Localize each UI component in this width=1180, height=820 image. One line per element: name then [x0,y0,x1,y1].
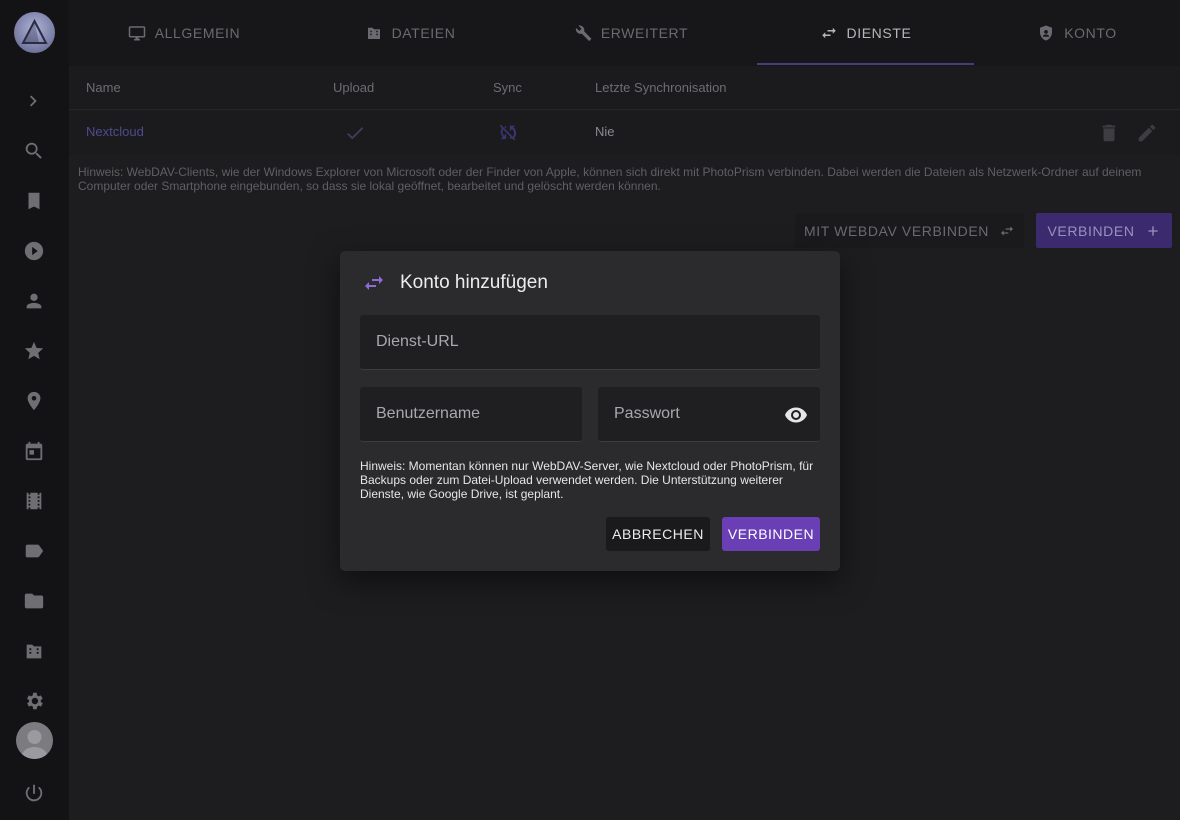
webdav-note: Hinweis: WebDAV-Clients, wie der Windows… [78,165,1142,193]
swap-icon [1000,225,1013,236]
check-icon[interactable] [344,122,366,144]
plus-icon [1147,225,1158,236]
bookmark-icon[interactable] [22,189,46,213]
account-icon [1040,25,1053,41]
swap-icon [821,27,836,39]
add-account-dialog: Konto hinzufügen Hinweis: Momentan könne… [340,251,840,571]
column-header-last-sync[interactable]: Letzte Synchronisation [595,80,727,95]
monitor-icon [128,26,145,41]
add-service-label: VERBINDEN [1047,222,1135,239]
folder-icon[interactable] [22,589,46,613]
tab-label: DATEIEN [391,25,456,41]
calendar-icon[interactable] [22,439,46,463]
password-field [598,387,820,442]
eye-icon[interactable] [784,403,808,427]
table-header: Name Upload Sync Letzte Synchronisation [69,66,1180,110]
tab-allgemein[interactable]: ALLGEMEIN [69,0,299,66]
dialog-header: Konto hinzufügen [362,271,548,295]
power-icon[interactable] [22,781,46,805]
tab-dienste[interactable]: DIENSTE [757,0,974,66]
active-tab-indicator [757,63,974,65]
cancel-button[interactable]: ABBRECHEN [606,517,710,551]
location-pin-icon[interactable] [22,389,46,413]
tab-erweitert[interactable]: ERWEITERT [521,0,741,66]
wrench-icon [575,25,592,41]
swap-icon [365,276,383,290]
edit-icon[interactable] [1136,122,1158,144]
add-service-button[interactable]: VERBINDEN [1036,213,1172,248]
star-icon[interactable] [22,339,46,363]
film-folder-icon [367,27,380,39]
tab-label: DIENSTE [846,25,912,41]
tab-label: ALLGEMEIN [154,25,241,41]
label-icon[interactable] [22,539,46,563]
account-name-link[interactable]: Nextcloud [86,124,144,139]
sync-disabled-icon[interactable] [497,122,519,144]
photoprism-logo[interactable] [14,12,55,53]
person-icon[interactable] [22,289,46,313]
play-icon[interactable] [22,239,46,263]
dialog-note: Hinweis: Momentan können nur WebDAV-Serv… [360,459,814,501]
username-input[interactable] [360,387,582,441]
webdav-connect-label: MIT WEBDAV VERBINDEN [804,222,989,239]
chevron-right-icon[interactable] [22,89,46,113]
tab-dateien[interactable]: DATEIEN [299,0,521,66]
last-sync-value: Nie [595,124,615,139]
search-icon[interactable] [22,139,46,163]
column-header-upload[interactable]: Upload [333,80,374,95]
tab-label: ERWEITERT [600,25,689,41]
confirm-connect-button[interactable]: VERBINDEN [722,517,820,551]
table-row: Nextcloud Nie [69,110,1180,155]
dialog-title: Konto hinzufügen [400,272,548,293]
sidebar [0,0,69,820]
service-url-field [360,315,820,370]
service-url-input[interactable] [360,315,820,369]
username-field [360,387,582,442]
webdav-connect-button[interactable]: MIT WEBDAV VERBINDEN [795,213,1024,248]
film-folder-icon[interactable] [22,639,46,663]
settings-tabs: ALLGEMEIN DATEIEN ERWEITERT DIENSTE KONT… [69,0,1180,66]
delete-icon[interactable] [1098,122,1120,144]
film-icon[interactable] [22,489,46,513]
tab-label: KONTO [1064,25,1117,41]
avatar[interactable] [16,722,53,759]
column-header-name[interactable]: Name [86,80,121,95]
app-root: ALLGEMEIN DATEIEN ERWEITERT DIENSTE KONT… [0,0,1180,820]
column-header-sync[interactable]: Sync [493,80,522,95]
tab-konto[interactable]: KONTO [974,0,1180,66]
gear-icon[interactable] [22,689,46,713]
